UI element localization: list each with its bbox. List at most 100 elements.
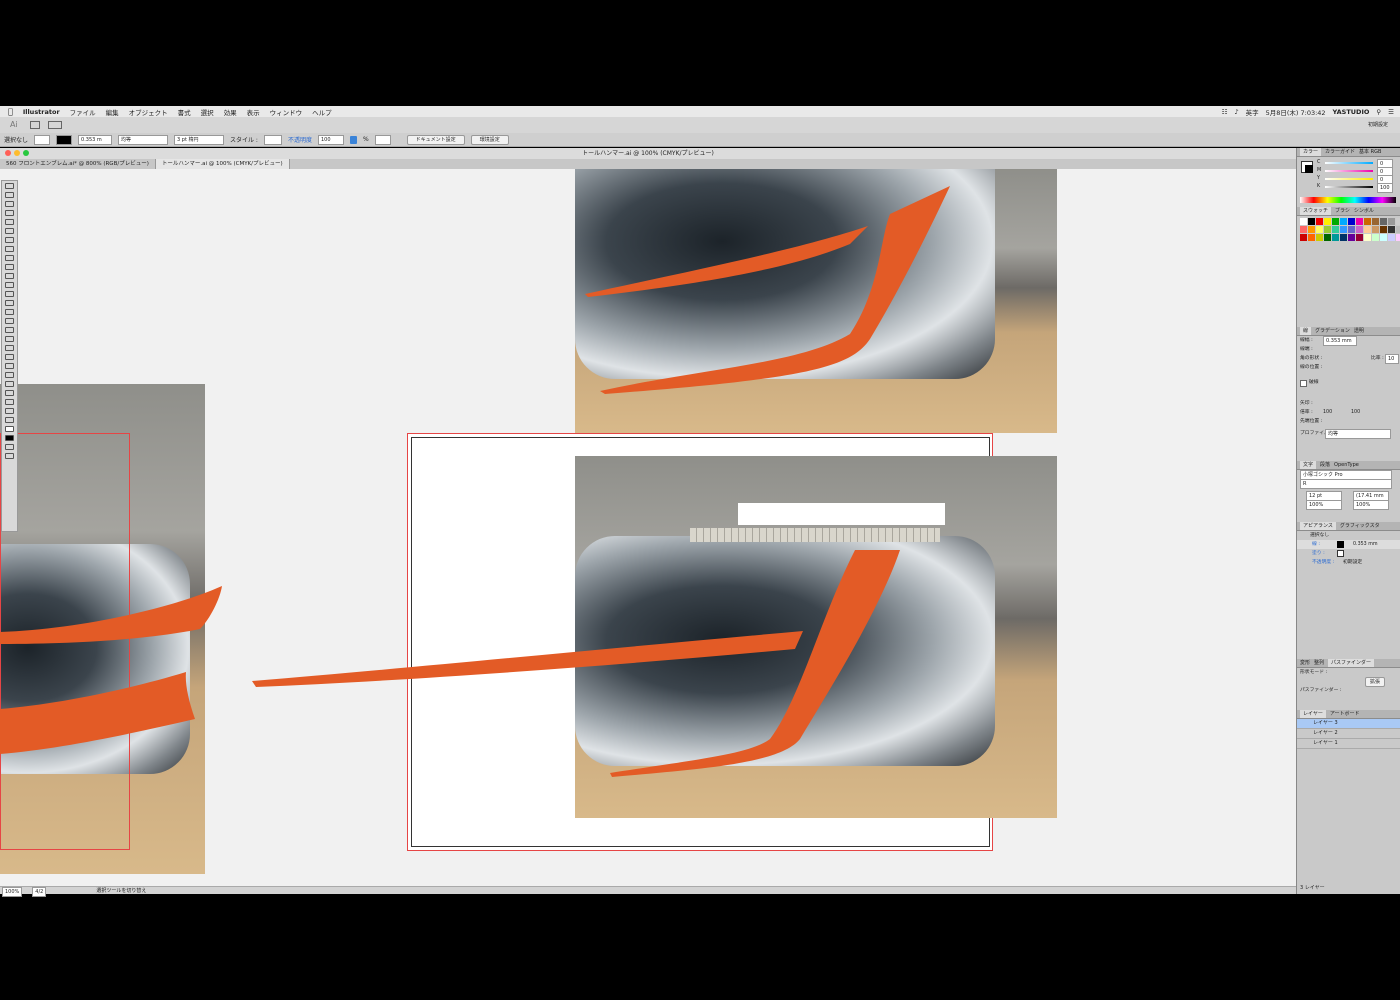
drawing-mode-icon[interactable] <box>5 444 14 450</box>
free-transform-tool-icon[interactable] <box>5 309 14 315</box>
recolor-icon[interactable] <box>374 134 391 145</box>
swatch[interactable] <box>1364 226 1371 233</box>
eraser-tool-icon[interactable] <box>5 273 14 279</box>
style-dropdown[interactable] <box>263 134 282 145</box>
menu-view[interactable]: 表示 <box>247 107 260 117</box>
brush-dropdown[interactable]: 3 pt 楕円 <box>174 134 225 145</box>
swatch[interactable] <box>1316 218 1323 225</box>
swatch[interactable] <box>1316 226 1323 233</box>
zoom-tool-icon[interactable] <box>5 417 14 423</box>
blend-tool-icon[interactable] <box>5 363 14 369</box>
stripe-top-2[interactable] <box>600 186 950 394</box>
tab-swatches[interactable]: スウォッチ <box>1300 207 1332 215</box>
swatch[interactable] <box>1340 218 1347 225</box>
rectangle-tool-icon[interactable] <box>5 246 14 252</box>
swatch[interactable] <box>1300 218 1307 225</box>
profile-dropdown[interactable]: 均等 <box>1325 429 1391 439</box>
clock[interactable]: 5月8日(木) 7:03:42 <box>1266 107 1326 117</box>
tab-artboards[interactable]: アートボード <box>1330 710 1360 718</box>
width-tool-icon[interactable] <box>5 300 14 306</box>
opacity-dropdown-icon[interactable] <box>349 135 357 144</box>
menu-file[interactable]: ファイル <box>70 107 96 117</box>
appearance-stroke-value[interactable]: 0.353 mm <box>1353 540 1378 549</box>
tab-paragraph[interactable]: 段落 <box>1320 461 1330 469</box>
artboard-navigator[interactable]: 4/2 <box>32 887 47 897</box>
layer-row[interactable]: レイヤー 1 <box>1297 739 1400 749</box>
appearance-stroke-label[interactable]: 線 : <box>1312 542 1320 547</box>
stroke-color-swatch[interactable] <box>56 134 73 145</box>
menu-window[interactable]: ウィンドウ <box>270 107 303 117</box>
swatch[interactable] <box>1372 226 1379 233</box>
menu-app[interactable]: Illustrator <box>23 108 60 116</box>
tab-align[interactable]: 整列 <box>1314 659 1324 667</box>
menu-edit[interactable]: 編集 <box>106 107 119 117</box>
stroke-style-dropdown[interactable]: 均等 <box>118 134 169 145</box>
swatch[interactable] <box>1332 218 1339 225</box>
appearance-opacity-label[interactable]: 不透明度 : <box>1312 560 1334 565</box>
direct-selection-tool-icon[interactable] <box>5 192 14 198</box>
swatch[interactable] <box>1332 226 1339 233</box>
layer-name[interactable]: レイヤー 3 <box>1313 720 1338 726</box>
workspace-switcher[interactable]: 初期設定 <box>1368 121 1388 128</box>
tab-layers[interactable]: レイヤー <box>1300 710 1326 718</box>
channel-k-field[interactable]: 100 <box>1377 183 1393 193</box>
opacity-label[interactable]: 不透明度 <box>288 135 312 144</box>
swatch[interactable] <box>1356 234 1363 241</box>
user-name[interactable]: YASTUDIO <box>1333 108 1370 116</box>
menu-type[interactable]: 書式 <box>178 107 191 117</box>
swatch[interactable] <box>1324 234 1331 241</box>
appearance-fill-swatch[interactable] <box>1337 550 1344 557</box>
tab-brushes[interactable]: ブラシ <box>1335 207 1350 215</box>
swatch[interactable] <box>1356 226 1363 233</box>
magic-wand-tool-icon[interactable] <box>5 201 14 207</box>
swatch[interactable] <box>1396 218 1400 225</box>
tab-character[interactable]: 文字 <box>1300 461 1317 469</box>
swatch[interactable] <box>1324 218 1331 225</box>
column-graph-tool-icon[interactable] <box>5 381 14 387</box>
swatch-grid[interactable] <box>1297 216 1400 243</box>
swatch[interactable] <box>1388 234 1395 241</box>
swatch[interactable] <box>1396 234 1400 241</box>
apple-icon[interactable]:  <box>8 107 13 116</box>
scale-start[interactable]: 100 <box>1323 408 1332 417</box>
tab-symbols[interactable]: シンボル <box>1354 207 1374 215</box>
pencil-tool-icon[interactable] <box>5 264 14 270</box>
hand-tool-icon[interactable] <box>5 408 14 414</box>
swatch[interactable] <box>1388 226 1395 233</box>
line-tool-icon[interactable] <box>5 237 14 243</box>
paintbrush-tool-icon[interactable] <box>5 255 14 261</box>
swatch[interactable] <box>1364 234 1371 241</box>
appearance-stroke-swatch[interactable] <box>1337 541 1344 548</box>
swatch[interactable] <box>1308 226 1315 233</box>
swatch[interactable] <box>1364 218 1371 225</box>
swatch[interactable] <box>1300 226 1307 233</box>
symbol-sprayer-tool-icon[interactable] <box>5 372 14 378</box>
perspective-grid-tool-icon[interactable] <box>5 327 14 333</box>
scale-tool-icon[interactable] <box>5 291 14 297</box>
swatch[interactable] <box>1356 218 1363 225</box>
tab-opentype[interactable]: OpenType <box>1334 461 1359 469</box>
swatch[interactable] <box>1372 218 1379 225</box>
swatch[interactable] <box>1380 218 1387 225</box>
tab-color-guide[interactable]: カラーガイド <box>1325 148 1355 156</box>
swatch[interactable] <box>1372 234 1379 241</box>
close-window-icon[interactable] <box>5 150 11 156</box>
search-icon[interactable]: ⚲ <box>1376 108 1381 116</box>
stripe-main-1[interactable] <box>252 631 803 687</box>
horizontal-scale-input[interactable]: 100% <box>1353 500 1389 510</box>
tab-pathfinder[interactable]: パスファインダー <box>1328 659 1375 667</box>
swatch[interactable] <box>1308 218 1315 225</box>
selection-tool-icon[interactable] <box>5 183 14 189</box>
stroke-color-icon[interactable] <box>1305 165 1313 173</box>
stripe-main-2[interactable] <box>610 550 900 777</box>
stripe-top-1[interactable] <box>585 226 868 297</box>
swatch[interactable] <box>1348 218 1355 225</box>
slice-tool-icon[interactable] <box>5 399 14 405</box>
wifi-icon[interactable]: ☷ <box>1222 108 1228 116</box>
opacity-field[interactable]: 100 <box>317 134 344 145</box>
appearance-fill-label[interactable]: 塗り : <box>1312 551 1325 556</box>
swatch[interactable] <box>1300 234 1307 241</box>
tab-stroke[interactable]: 線 <box>1300 327 1312 335</box>
vertical-scale-input[interactable]: 100% <box>1306 500 1342 510</box>
status-text[interactable]: 選択ツールを切り替え <box>96 887 146 894</box>
